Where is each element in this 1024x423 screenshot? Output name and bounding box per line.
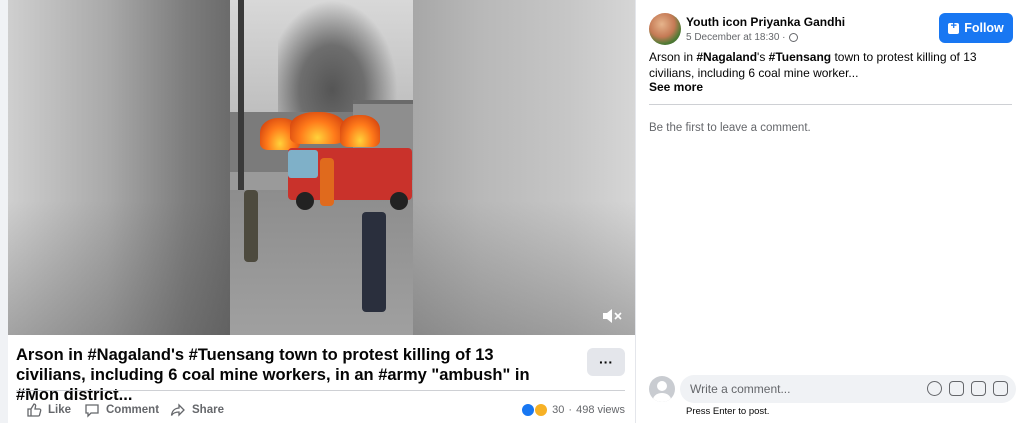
- author-name[interactable]: Youth icon Priyanka Gandhi: [686, 15, 845, 29]
- sticker-icon[interactable]: [993, 381, 1008, 396]
- comment-button[interactable]: Comment: [84, 401, 159, 419]
- follow-label: Follow: [964, 21, 1004, 35]
- more-options-button[interactable]: ···: [587, 348, 625, 376]
- like-label: Like: [48, 404, 72, 416]
- like-button[interactable]: Like: [26, 401, 71, 419]
- post-timestamp[interactable]: 5 December at 18:30 ·: [686, 32, 786, 43]
- comment-tools: [927, 381, 1008, 396]
- add-friend-icon: [948, 20, 960, 34]
- user-avatar: [649, 376, 675, 402]
- mute-icon[interactable]: [601, 307, 623, 325]
- video-blur-right: [413, 0, 635, 335]
- hashtag-tuensang[interactable]: #Tuensang: [769, 50, 831, 64]
- comment-icon: [85, 404, 99, 418]
- firefighter: [320, 158, 334, 206]
- pole: [238, 0, 244, 200]
- post-meta: 5 December at 18:30 ·: [686, 32, 798, 43]
- post-viewer: Arson in #Nagaland's #Tuensang town to p…: [8, 0, 1024, 423]
- divider: [16, 390, 625, 391]
- empty-comments-hint: Be the first to leave a comment.: [649, 122, 811, 134]
- sad-reaction-icon[interactable]: [534, 403, 549, 417]
- post-text: Arson in #Nagaland's #Tuensang town to p…: [649, 50, 977, 80]
- post-caption: Arson in #Nagaland's #Tuensang town to p…: [16, 346, 530, 404]
- bystander: [244, 190, 258, 262]
- sidebar-divider: [649, 104, 1012, 105]
- video-frame: [230, 0, 413, 335]
- stats-separator: ·: [568, 404, 573, 416]
- share-icon: [170, 403, 185, 417]
- video-player[interactable]: [8, 0, 635, 335]
- share-label: Share: [192, 404, 224, 416]
- author-avatar[interactable]: [649, 13, 681, 45]
- share-button[interactable]: Share: [170, 401, 224, 419]
- comment-box[interactable]: [680, 375, 1016, 403]
- hashtag-nagaland[interactable]: #Nagaland: [696, 50, 757, 64]
- follow-button[interactable]: Follow: [939, 13, 1013, 43]
- views-count: 498 views: [576, 404, 625, 416]
- like-reaction-icon[interactable]: [521, 403, 536, 417]
- comment-label: Comment: [106, 404, 160, 416]
- press-enter-hint: Press Enter to post.: [686, 406, 770, 417]
- camera-icon[interactable]: [949, 381, 964, 396]
- globe-icon: [788, 33, 798, 42]
- running-man: [362, 212, 386, 312]
- comment-input[interactable]: [690, 375, 910, 403]
- reactions-count[interactable]: 30: [552, 404, 564, 416]
- like-icon: [27, 403, 42, 417]
- post-sidebar: Youth icon Priyanka Gandhi 5 December at…: [635, 0, 1024, 423]
- see-more-link[interactable]: See more: [649, 80, 703, 94]
- post-stats: 30 · 498 views: [521, 401, 625, 419]
- emoji-icon[interactable]: [927, 381, 942, 396]
- gif-icon[interactable]: [971, 381, 986, 396]
- video-blur-left: [8, 0, 230, 335]
